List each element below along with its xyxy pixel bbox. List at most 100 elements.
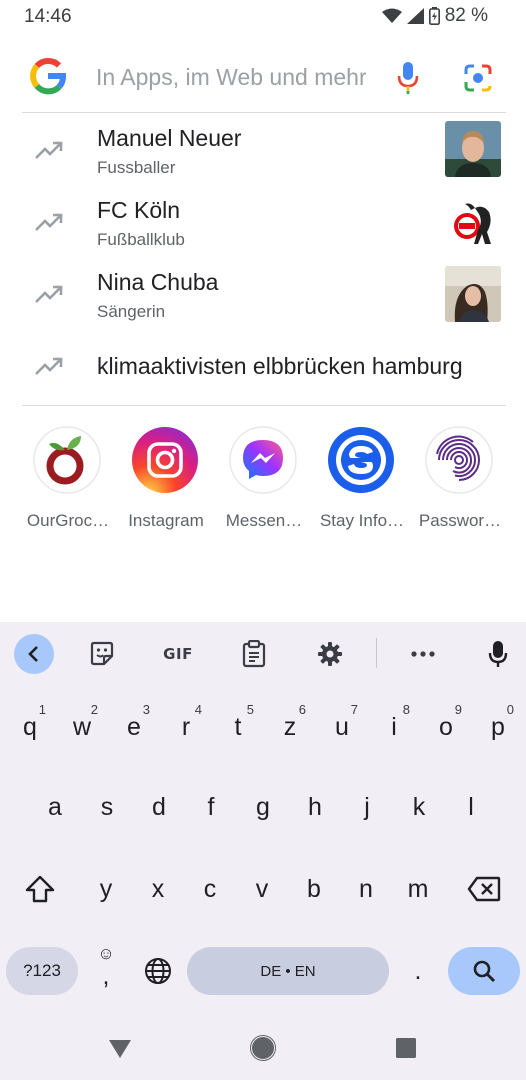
- shift-key[interactable]: [14, 858, 66, 920]
- search-divider: [22, 112, 506, 113]
- key-d[interactable]: d: [133, 776, 185, 838]
- symbols-key[interactable]: ?123: [6, 947, 78, 995]
- key-n[interactable]: n: [340, 858, 392, 920]
- key-f[interactable]: f: [185, 776, 237, 838]
- comma-emoji-key[interactable]: ☺ ,: [80, 940, 132, 1002]
- key-u[interactable]: u7: [316, 696, 368, 758]
- key-p[interactable]: p0: [472, 696, 524, 758]
- recents-square-icon[interactable]: [392, 1034, 420, 1062]
- key-h[interactable]: h: [289, 776, 341, 838]
- key-m[interactable]: m: [392, 858, 444, 920]
- space-key[interactable]: DE • EN: [187, 947, 389, 995]
- fingerprint-app-icon: [425, 426, 493, 494]
- app-password[interactable]: Passwor…: [412, 426, 508, 546]
- more-options-button[interactable]: [403, 636, 443, 672]
- key-a[interactable]: a: [29, 776, 81, 838]
- suggestion-item[interactable]: Manuel Neuer Fussballer: [22, 118, 506, 186]
- key-s[interactable]: s: [81, 776, 133, 838]
- suggestion-subtitle: Sängerin: [97, 302, 166, 321]
- navigation-bar: [0, 1014, 526, 1080]
- key-y[interactable]: y: [80, 858, 132, 920]
- shift-icon: [25, 875, 55, 903]
- suggestion-title: Manuel Neuer: [97, 125, 242, 151]
- status-time: 14:46: [24, 6, 72, 27]
- status-icons: 82 %: [381, 5, 488, 27]
- signal-icon: [406, 8, 424, 24]
- key-v[interactable]: v: [236, 858, 288, 920]
- suggestion-title: Nina Chuba: [97, 269, 219, 295]
- backspace-icon: [467, 876, 501, 902]
- suggestion-item[interactable]: Nina Chuba Sängerin: [22, 262, 506, 330]
- battery-percent: 82 %: [444, 5, 488, 26]
- battery-icon: [428, 7, 440, 25]
- key-r[interactable]: r4: [160, 696, 212, 758]
- key-g[interactable]: g: [237, 776, 289, 838]
- key-b[interactable]: b: [288, 858, 340, 920]
- suggestion-title: klimaaktivisten elbbrücken hamburg: [97, 353, 463, 379]
- sticker-button[interactable]: [82, 636, 122, 672]
- app-label: Passwor…: [418, 511, 502, 530]
- voice-search-mic-icon[interactable]: [394, 58, 422, 96]
- app-instagram[interactable]: Instagram: [118, 426, 214, 546]
- person-photo-thumbnail: [445, 121, 501, 177]
- instagram-app-icon: [132, 427, 198, 493]
- mic-icon: [488, 641, 508, 667]
- app-messenger[interactable]: Messen…: [216, 426, 312, 546]
- suggestion-item[interactable]: klimaaktivisten elbbrücken hamburg: [22, 334, 506, 402]
- key-i[interactable]: i8: [368, 696, 420, 758]
- app-ourgroceries[interactable]: OurGroc…: [20, 426, 116, 546]
- app-label: Instagram: [128, 511, 204, 530]
- search-bar[interactable]: [22, 42, 506, 112]
- home-circle-icon[interactable]: [249, 1034, 277, 1062]
- search-action-key[interactable]: [448, 947, 520, 995]
- app-suggestions: OurGroc… Instagram Messen… Stay Info… Pa…: [20, 426, 510, 546]
- key-z[interactable]: z6: [264, 696, 316, 758]
- trending-icon: [35, 141, 63, 159]
- app-label: Stay Info…: [319, 511, 405, 530]
- clipboard-button[interactable]: [234, 636, 274, 672]
- key-c[interactable]: c: [184, 858, 236, 920]
- key-t[interactable]: t5: [212, 696, 264, 758]
- trending-icon: [35, 213, 63, 231]
- suggestion-subtitle: Fussballer: [97, 158, 176, 177]
- language-key[interactable]: [132, 940, 184, 1002]
- screen: 14:46 82 % In Apps, im Web und mehr such…: [0, 0, 526, 1080]
- search-icon: [473, 960, 495, 982]
- stay-informed-app-icon: [328, 427, 394, 493]
- app-label: OurGroc…: [26, 511, 110, 530]
- toolbar-back-button[interactable]: [14, 634, 54, 674]
- clipboard-icon: [242, 640, 266, 668]
- key-x[interactable]: x: [132, 858, 184, 920]
- person-photo-thumbnail: [445, 266, 501, 322]
- sticker-icon: [90, 641, 114, 666]
- wifi-icon: [381, 8, 402, 23]
- app-label: Messen…: [225, 511, 303, 530]
- ourgroceries-app-icon: [33, 426, 101, 494]
- gif-button[interactable]: GIF: [158, 636, 198, 672]
- globe-icon: [145, 958, 171, 984]
- keyboard: GIF q1 w2 e3 r4 t5 z6 u7 i8 o9 p0 a s d …: [0, 622, 526, 1080]
- emoji-hint: ☺: [97, 944, 115, 963]
- trending-icon: [35, 285, 63, 303]
- toolbar-separator: [376, 638, 377, 668]
- app-stay-informed[interactable]: Stay Info…: [314, 426, 410, 546]
- suggestion-item[interactable]: FC Köln Fußballklub: [22, 190, 506, 258]
- back-triangle-icon[interactable]: [106, 1034, 134, 1062]
- key-k[interactable]: k: [393, 776, 445, 838]
- settings-button[interactable]: [310, 636, 350, 672]
- key-j[interactable]: j: [341, 776, 393, 838]
- suggestions-divider: [22, 405, 506, 406]
- key-w[interactable]: w2: [56, 696, 108, 758]
- suggestion-title: FC Köln: [97, 197, 181, 223]
- period-key[interactable]: .: [392, 940, 444, 1002]
- key-l[interactable]: l: [445, 776, 497, 838]
- gif-label: GIF: [163, 645, 193, 663]
- search-input[interactable]: [96, 60, 366, 94]
- key-q[interactable]: q1: [4, 696, 56, 758]
- voice-input-button[interactable]: [478, 636, 518, 672]
- key-o[interactable]: o9: [420, 696, 472, 758]
- key-e[interactable]: e3: [108, 696, 160, 758]
- google-lens-icon[interactable]: [462, 62, 494, 94]
- club-logo-thumbnail: [445, 194, 501, 250]
- backspace-key[interactable]: [458, 858, 510, 920]
